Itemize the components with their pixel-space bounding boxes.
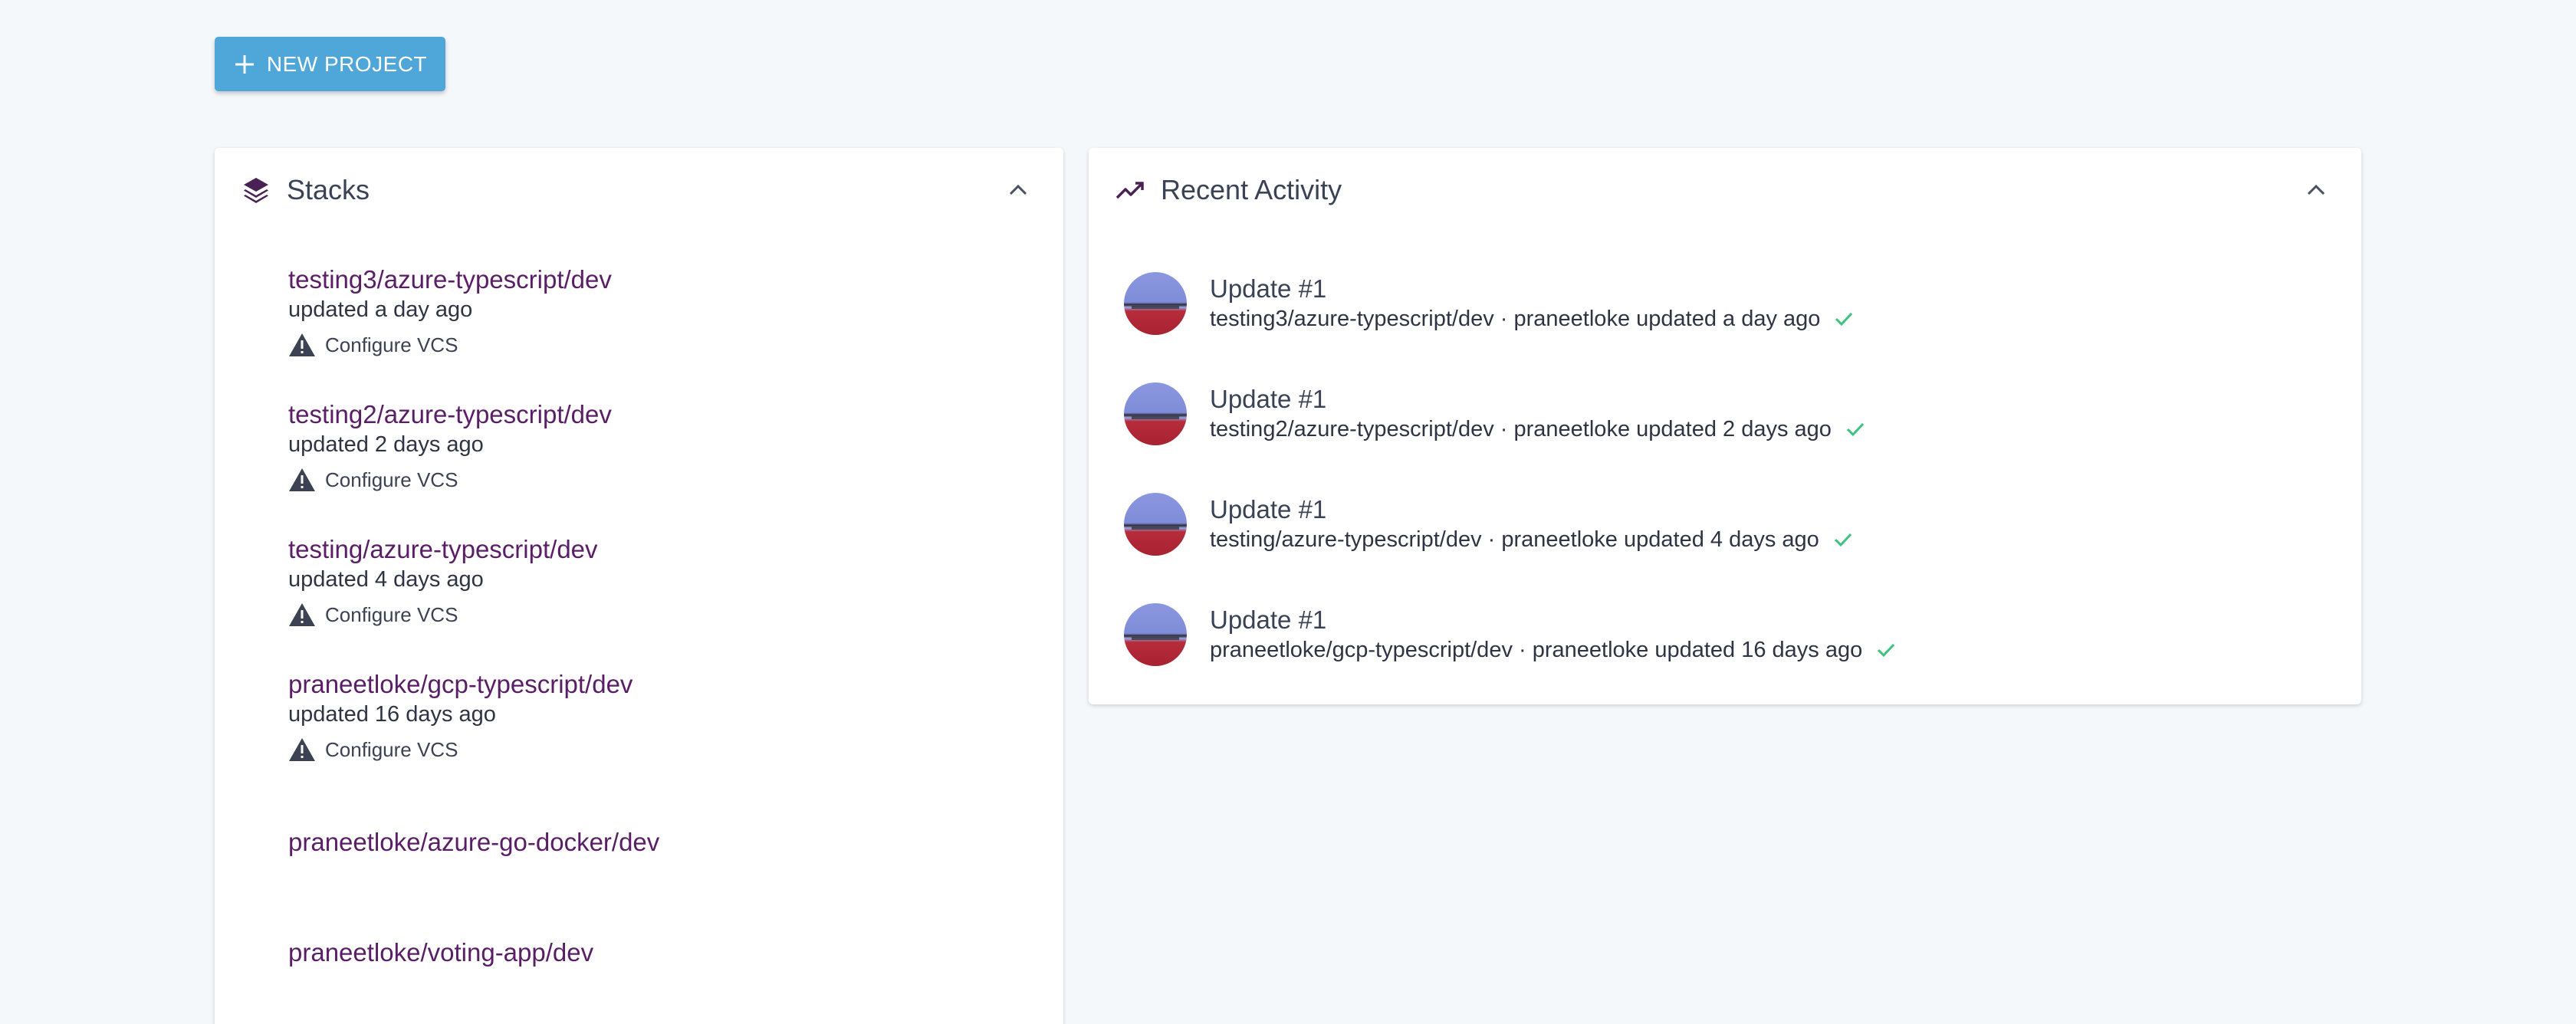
avatar	[1124, 493, 1187, 556]
activity-item: Update #1 testing2/azure-typescript/dev …	[1124, 379, 1867, 448]
activity-item-detail-text: praneetloke/gcp-typescript/dev · praneet…	[1210, 638, 1863, 662]
stack-link[interactable]: testing3/azure-typescript/dev	[288, 264, 612, 295]
stack-item: testing3/azure-typescript/dev updated a …	[288, 264, 612, 358]
stack-item: praneetloke/azure-go-docker/dev	[288, 827, 659, 858]
stack-link[interactable]: praneetloke/gcp-typescript/dev	[288, 669, 632, 700]
activity-item-detail: praneetloke/gcp-typescript/dev · praneet…	[1210, 635, 1898, 665]
activity-item-detail-text: testing2/azure-typescript/dev · praneetl…	[1210, 417, 1832, 441]
configure-vcs-link[interactable]: Configure VCS	[288, 332, 612, 358]
warning-icon	[289, 603, 315, 626]
stack-updated: updated 4 days ago	[288, 567, 484, 592]
plus-icon	[235, 54, 254, 74]
configure-vcs-link[interactable]: Configure VCS	[288, 467, 612, 493]
activity-item-detail-text: testing/azure-typescript/dev · praneetlo…	[1210, 527, 1819, 552]
chevron-up-icon	[2307, 184, 2325, 195]
stacks-card: Stacks testing3/azure-typescript/dev upd…	[215, 148, 1063, 1024]
activity-item-title[interactable]: Update #1	[1210, 494, 1855, 525]
new-project-button[interactable]: NEW PROJECT	[215, 37, 445, 91]
activity-item: Update #1 praneetloke/gcp-typescript/dev…	[1124, 600, 1898, 669]
activity-text: Update #1 praneetloke/gcp-typescript/dev…	[1210, 605, 1898, 665]
stack-item: testing/azure-typescript/dev updated 4 d…	[288, 534, 598, 628]
activity-item-title[interactable]: Update #1	[1210, 274, 1855, 304]
activity-item-detail: testing3/azure-typescript/dev · praneetl…	[1210, 304, 1855, 333]
avatar	[1124, 272, 1187, 335]
dashboard-page: NEW PROJECT Stacks testing3/azure-typesc…	[0, 0, 2576, 1024]
activity-collapse-button[interactable]	[2297, 171, 2335, 209]
stack-item: testing2/azure-typescript/dev updated 2 …	[288, 399, 612, 493]
stack-link[interactable]: testing2/azure-typescript/dev	[288, 399, 612, 430]
activity-title: Recent Activity	[1161, 174, 1342, 205]
warning-icon	[289, 468, 315, 491]
avatar	[1124, 603, 1187, 666]
check-icon	[1835, 312, 1853, 327]
activity-item-detail: testing/azure-typescript/dev · praneetlo…	[1210, 525, 1855, 554]
warning-icon	[289, 333, 315, 356]
stack-updated: updated a day ago	[288, 297, 473, 322]
activity-text: Update #1 testing2/azure-typescript/dev …	[1210, 384, 1867, 444]
recent-activity-card: Recent Activity Update #1 testing3/azure…	[1089, 148, 2361, 704]
stack-link[interactable]: praneetloke/voting-app/dev	[288, 937, 593, 968]
warning-icon	[289, 738, 315, 761]
activity-item: Update #1 testing/azure-typescript/dev ·…	[1124, 490, 1855, 559]
activity-text: Update #1 testing/azure-typescript/dev ·…	[1210, 494, 1855, 554]
configure-vcs-link[interactable]: Configure VCS	[288, 602, 598, 628]
configure-vcs-label: Configure VCS	[325, 468, 458, 491]
configure-vcs-link[interactable]: Configure VCS	[288, 737, 632, 763]
stack-item: praneetloke/gcp-typescript/dev updated 1…	[288, 669, 632, 763]
check-icon	[1878, 643, 1895, 658]
check-icon	[1834, 533, 1852, 547]
configure-vcs-label: Configure VCS	[325, 602, 458, 626]
stacks-header: Stacks	[241, 171, 1037, 209]
activity-item-detail-text: testing3/azure-typescript/dev · praneetl…	[1210, 307, 1821, 331]
trending-up-icon	[1116, 182, 1144, 199]
activity-item-detail: testing2/azure-typescript/dev · praneetl…	[1210, 415, 1867, 444]
layers-icon	[244, 178, 268, 203]
stacks-collapse-button[interactable]	[999, 171, 1037, 209]
check-icon	[1846, 422, 1865, 437]
chevron-up-icon	[1009, 184, 1027, 195]
activity-header: Recent Activity	[1115, 171, 2335, 209]
stack-updated: updated 2 days ago	[288, 432, 484, 457]
activity-item-title[interactable]: Update #1	[1210, 384, 1867, 415]
configure-vcs-label: Configure VCS	[325, 737, 458, 761]
stack-link[interactable]: praneetloke/azure-go-docker/dev	[288, 827, 659, 858]
configure-vcs-label: Configure VCS	[325, 333, 458, 356]
stacks-title: Stacks	[287, 174, 370, 205]
stack-updated: updated 16 days ago	[288, 702, 496, 727]
activity-item-title[interactable]: Update #1	[1210, 605, 1898, 635]
avatar	[1124, 382, 1187, 445]
activity-text: Update #1 testing3/azure-typescript/dev …	[1210, 274, 1855, 333]
activity-item: Update #1 testing3/azure-typescript/dev …	[1124, 269, 1855, 338]
new-project-label: NEW PROJECT	[266, 51, 428, 76]
stack-link[interactable]: testing/azure-typescript/dev	[288, 534, 598, 565]
stack-item: praneetloke/voting-app/dev	[288, 937, 593, 968]
